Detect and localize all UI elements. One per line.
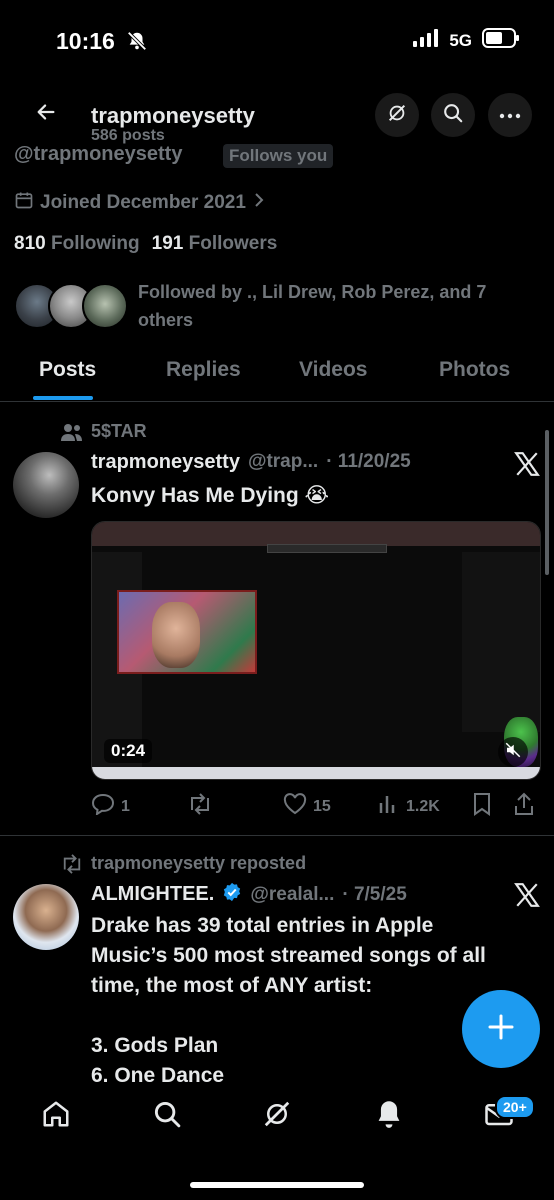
post-author-name[interactable]: ALMIGHTEE.	[91, 883, 214, 906]
views-chart-icon	[378, 793, 400, 820]
network-type: 5G	[449, 30, 472, 50]
post-text-line: Drake has 39 total entries in Apple	[91, 914, 434, 937]
more-options-button[interactable]	[488, 93, 532, 137]
heart-icon	[283, 793, 307, 820]
messages-badge: 20+	[495, 1095, 535, 1119]
post-text: Konvy Has Me Dying 😭	[91, 484, 330, 507]
post-author-name[interactable]: trapmoneysetty	[91, 451, 240, 474]
post-author-handle[interactable]: @trap...	[248, 451, 318, 474]
plus-icon	[486, 1012, 516, 1047]
followed-by-text[interactable]: Followed by ., Lil Drew, Rob Perez, and …	[138, 278, 538, 334]
followers-label: Followers	[188, 233, 278, 254]
share-button[interactable]	[513, 792, 535, 821]
post-divider	[0, 835, 554, 836]
video-face	[152, 602, 200, 668]
x-logo-icon	[514, 883, 540, 912]
status-time: 10:16	[56, 28, 115, 54]
joined-date[interactable]: Joined December 2021	[14, 190, 266, 216]
following-count: 810	[14, 233, 46, 254]
joined-label: Joined December 2021	[40, 192, 246, 213]
reply-count: 1	[121, 797, 130, 815]
mute-button[interactable]	[498, 737, 528, 767]
search-button[interactable]	[431, 93, 475, 137]
view-count: 1.2K	[406, 797, 440, 815]
nav-home[interactable]	[40, 1100, 72, 1132]
x-logo-icon	[514, 452, 540, 481]
post-date[interactable]: · 7/5/25	[342, 884, 406, 906]
followers-count: 191	[151, 233, 184, 254]
nav-search[interactable]	[151, 1100, 183, 1132]
profile-title: trapmoneysetty	[91, 103, 255, 128]
silent-mode-icon	[126, 30, 148, 57]
video-right-panel	[462, 552, 540, 732]
following-label: Following	[50, 233, 140, 254]
repost-button[interactable]	[187, 793, 219, 820]
like-count: 15	[313, 797, 331, 815]
back-button[interactable]	[24, 92, 68, 136]
bookmark-icon	[472, 793, 492, 820]
post-video[interactable]: 0:24	[91, 521, 541, 780]
more-dots-icon	[499, 106, 521, 124]
post-text-line: time, the most of ANY artist:	[91, 974, 373, 997]
video-search-bar	[267, 544, 387, 553]
follower-avatar	[82, 283, 128, 329]
following-link[interactable]: 810 Following	[14, 233, 140, 255]
tab-photos[interactable]: Photos	[439, 358, 510, 382]
follows-you-badge: Follows you	[223, 144, 334, 168]
views-button[interactable]: 1.2K	[378, 793, 440, 820]
video-timestamp: 0:24	[104, 739, 153, 763]
grok-icon	[386, 102, 408, 129]
post-author-handle[interactable]: @realal...	[250, 884, 334, 906]
repost-icon	[187, 793, 213, 820]
tab-replies[interactable]: Replies	[166, 358, 241, 382]
speaker-muted-icon	[504, 741, 522, 764]
nav-grok[interactable]	[261, 1100, 293, 1132]
video-top-bar	[92, 522, 540, 546]
calendar-icon	[14, 190, 34, 216]
post-text-line: Music’s 500 most streamed songs of all	[91, 944, 486, 967]
tab-posts[interactable]: Posts	[39, 358, 96, 382]
reply-button[interactable]: 1	[91, 793, 130, 820]
bell-icon	[375, 1099, 403, 1134]
home-indicator	[190, 1182, 364, 1188]
repost-label[interactable]: trapmoneysetty reposted	[91, 853, 306, 874]
like-button[interactable]: 15	[283, 793, 331, 820]
group-context-icon	[60, 422, 84, 447]
profile-handle: @trapmoneysetty	[14, 143, 183, 165]
cellular-signal-icon	[413, 29, 439, 52]
followers-link[interactable]: 191 Followers	[152, 233, 278, 255]
grok-icon	[262, 1099, 292, 1134]
share-icon	[513, 792, 535, 820]
post-context-label[interactable]: 5$TAR	[91, 421, 147, 442]
chevron-right-icon	[252, 191, 266, 215]
post-author-avatar[interactable]	[13, 452, 79, 518]
bookmark-button[interactable]	[472, 792, 492, 821]
home-icon	[41, 1099, 71, 1134]
post-author-avatar[interactable]	[13, 884, 79, 950]
compose-button[interactable]	[462, 990, 540, 1068]
repost-indicator-icon	[60, 854, 84, 879]
search-icon	[442, 102, 464, 129]
tab-videos[interactable]: Videos	[299, 358, 367, 382]
active-tab-indicator	[33, 396, 93, 400]
video-taskbar	[92, 767, 540, 779]
grok-button[interactable]	[375, 93, 419, 137]
arrow-left-icon	[35, 101, 57, 128]
nav-notifications[interactable]	[373, 1100, 405, 1132]
follow-counts: 810 Following 191 Followers	[14, 233, 277, 255]
scrollbar[interactable]	[545, 430, 549, 575]
tabs-divider	[0, 401, 554, 402]
post-date[interactable]: · 11/20/25	[326, 451, 411, 474]
verified-badge-icon	[222, 882, 242, 907]
reply-icon	[91, 793, 115, 820]
search-icon	[152, 1099, 182, 1134]
battery-icon	[482, 28, 520, 53]
